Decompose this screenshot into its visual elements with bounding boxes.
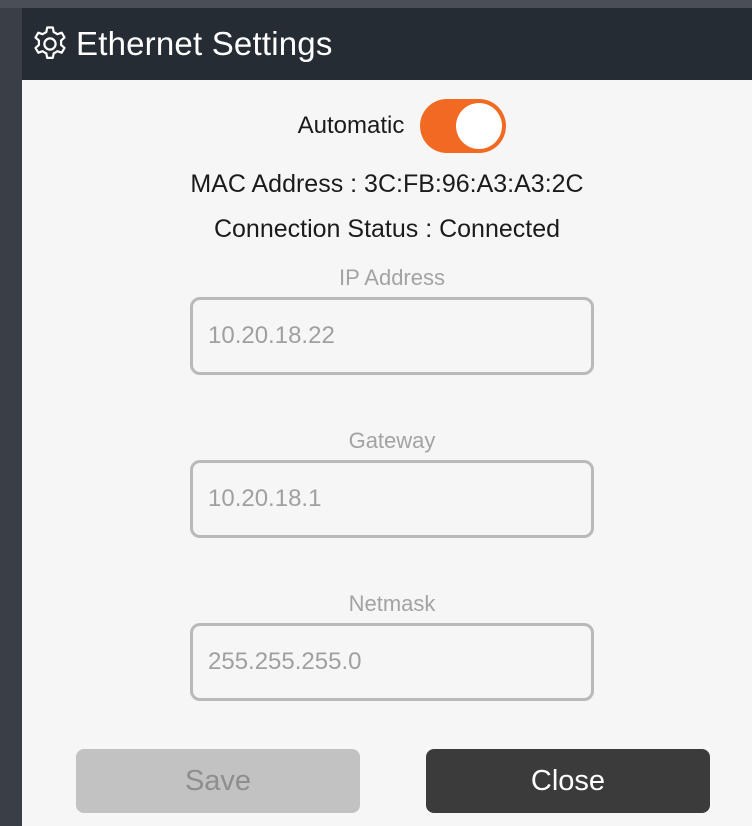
save-button[interactable]: Save <box>76 749 360 813</box>
backdrop <box>0 0 752 8</box>
netmask-field[interactable]: 255.255.255.0 <box>190 623 594 701</box>
ip-address-label: IP Address <box>339 265 445 290</box>
toggle-knob <box>456 103 503 149</box>
ip-address-field[interactable]: 10.20.18.22 <box>190 297 594 375</box>
dialog-titlebar: Ethernet Settings <box>22 8 752 80</box>
netmask-value: 255.255.255.0 <box>208 648 362 675</box>
dialog-title: Ethernet Settings <box>76 25 333 62</box>
close-button[interactable]: Close <box>426 749 710 813</box>
gateway-label: Gateway <box>348 428 436 453</box>
gear-icon <box>28 22 72 66</box>
ethernet-settings-dialog: Ethernet Settings Automatic MAC Address … <box>22 8 752 826</box>
connection-status-text: Connection Status : Connected <box>213 215 561 243</box>
automatic-row: Automatic <box>22 99 752 153</box>
netmask-label: Netmask <box>348 591 436 616</box>
automatic-toggle[interactable] <box>420 99 507 153</box>
mac-address-text: MAC Address : 3C:FB:96:A3:A3:2C <box>190 170 584 198</box>
gateway-value: 10.20.18.1 <box>208 485 322 512</box>
gateway-field[interactable]: 10.20.18.1 <box>190 460 594 538</box>
automatic-label: Automatic <box>297 112 405 139</box>
ip-address-value: 10.20.18.22 <box>208 322 335 349</box>
